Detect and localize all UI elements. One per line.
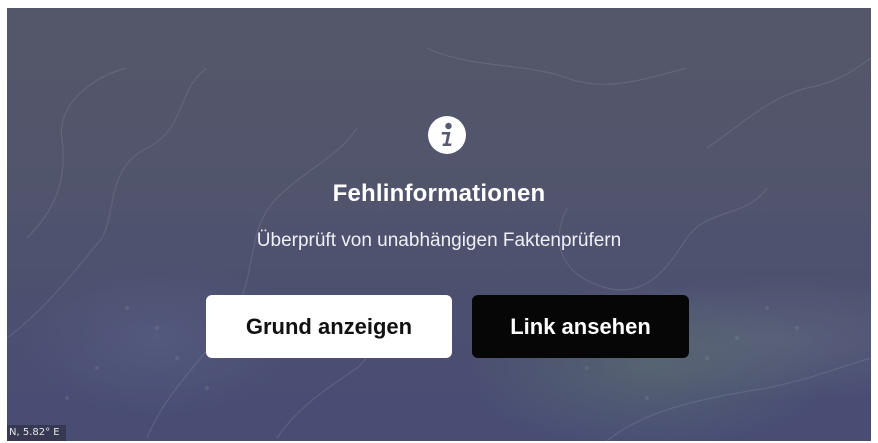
show-reason-button[interactable]: Grund anzeigen: [206, 295, 452, 358]
info-icon: [428, 116, 466, 154]
map-background: N, 5.82° E Fehlinformationen Überprüft v…: [7, 8, 871, 441]
misinformation-overlay: Fehlinformationen Überprüft von unabhäng…: [7, 8, 871, 441]
overlay-title: Fehlinformationen: [332, 180, 546, 207]
overlay-subtitle: Überprüft von unabhängigen Faktenprüfern: [256, 230, 622, 251]
view-link-button[interactable]: Link ansehen: [472, 295, 689, 358]
